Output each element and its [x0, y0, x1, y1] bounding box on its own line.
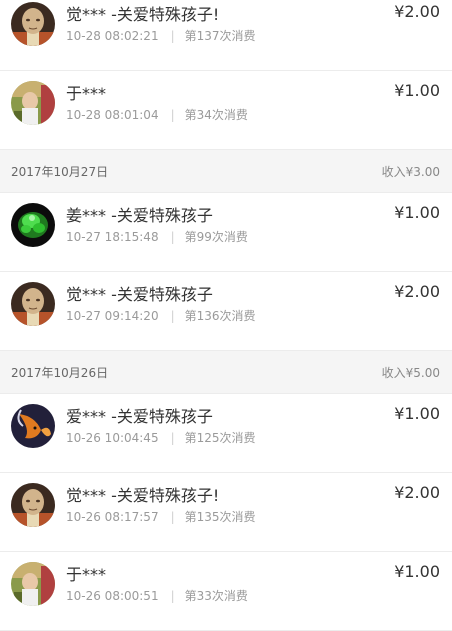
donor-name: 觉*** -关爱特殊孩子	[66, 285, 213, 304]
group-income-total: 收入¥3.00	[381, 165, 440, 179]
donation-amount: ¥2.00	[394, 282, 440, 301]
donation-record-list: 觉*** -关爱特殊孩子! 10-28 08:02:21 | 第137次消费 ¥2.00…	[0, 0, 452, 631]
monk-avatar-icon[interactable]	[11, 483, 55, 527]
consumption-count: 第34次消费	[184, 108, 248, 122]
donor-name: 于***	[66, 565, 107, 584]
green-plant-avatar-icon[interactable]	[11, 203, 55, 247]
donation-record-row[interactable]: 觉*** -关爱特殊孩子 10-27 09:14:20 | 第136次消费 ¥2.00	[0, 272, 452, 351]
record-time: 10-27 09:14:20	[66, 309, 159, 323]
record-time: 10-28 08:02:21	[66, 29, 159, 43]
donation-record-row[interactable]: 觉*** -关爱特殊孩子! 10-28 08:02:21 | 第137次消费 ¥2.00	[0, 0, 452, 71]
record-meta: 10-27 09:14:20 | 第136次消费	[66, 307, 256, 324]
consumption-count: 第135次消费	[184, 510, 256, 524]
record-meta: 10-26 08:17:57 | 第135次消费	[66, 508, 256, 525]
date-group-header: 2017年10月27日 收入¥3.00	[0, 150, 452, 193]
donor-name: 爱*** -关爱特殊孩子	[66, 407, 213, 426]
group-date: 2017年10月27日	[11, 165, 109, 179]
donation-amount: ¥2.00	[394, 2, 440, 21]
record-meta: 10-27 18:15:48 | 第99次消费	[66, 228, 248, 245]
meta-separator: |	[170, 230, 175, 244]
consumption-count: 第136次消费	[184, 309, 256, 323]
donor-name: 于***	[66, 84, 107, 103]
meta-separator: |	[170, 108, 175, 122]
donation-record-row[interactable]: 于*** 10-26 08:00:51 | 第33次消费 ¥1.00	[0, 552, 452, 631]
donation-amount: ¥2.00	[394, 483, 440, 502]
record-time: 10-26 08:00:51	[66, 589, 159, 603]
monk-avatar-icon[interactable]	[11, 282, 55, 326]
goldfish-avatar-icon[interactable]	[11, 404, 55, 448]
record-meta: 10-26 08:00:51 | 第33次消费	[66, 587, 248, 604]
consumption-count: 第125次消费	[184, 431, 256, 445]
donor-name: 觉*** -关爱特殊孩子!	[66, 5, 220, 24]
record-meta: 10-26 10:04:45 | 第125次消费	[66, 429, 256, 446]
record-time: 10-26 10:04:45	[66, 431, 159, 445]
meta-separator: |	[170, 510, 175, 524]
donation-record-row[interactable]: 觉*** -关爱特殊孩子! 10-26 08:17:57 | 第135次消费 ¥2.00	[0, 473, 452, 552]
monk-avatar-icon[interactable]	[11, 2, 55, 46]
meta-separator: |	[170, 29, 175, 43]
record-time: 10-27 18:15:48	[66, 230, 159, 244]
donation-amount: ¥1.00	[394, 562, 440, 581]
record-meta: 10-28 08:02:21 | 第137次消费	[66, 27, 256, 44]
group-date: 2017年10月26日	[11, 366, 109, 380]
child-photo-avatar-icon[interactable]	[11, 81, 55, 125]
donation-record-row[interactable]: 于*** 10-28 08:01:04 | 第34次消费 ¥1.00	[0, 71, 452, 150]
record-time: 10-26 08:17:57	[66, 510, 159, 524]
group-income-total: 收入¥5.00	[381, 366, 440, 380]
donation-amount: ¥1.00	[394, 81, 440, 100]
donation-amount: ¥1.00	[394, 404, 440, 423]
consumption-count: 第99次消费	[184, 230, 248, 244]
meta-separator: |	[170, 431, 175, 445]
donor-name: 姜*** -关爱特殊孩子	[66, 206, 213, 225]
meta-separator: |	[170, 309, 175, 323]
consumption-count: 第137次消费	[184, 29, 256, 43]
date-group-header: 2017年10月26日 收入¥5.00	[0, 351, 452, 394]
meta-separator: |	[170, 589, 175, 603]
donation-record-row[interactable]: 爱*** -关爱特殊孩子 10-26 10:04:45 | 第125次消费 ¥1.00	[0, 394, 452, 473]
donor-name: 觉*** -关爱特殊孩子!	[66, 486, 220, 505]
donation-record-row[interactable]: 姜*** -关爱特殊孩子 10-27 18:15:48 | 第99次消费 ¥1.00	[0, 193, 452, 272]
child-photo-avatar-icon[interactable]	[11, 562, 55, 606]
donation-amount: ¥1.00	[394, 203, 440, 222]
record-meta: 10-28 08:01:04 | 第34次消费	[66, 106, 248, 123]
record-time: 10-28 08:01:04	[66, 108, 159, 122]
consumption-count: 第33次消费	[184, 589, 248, 603]
